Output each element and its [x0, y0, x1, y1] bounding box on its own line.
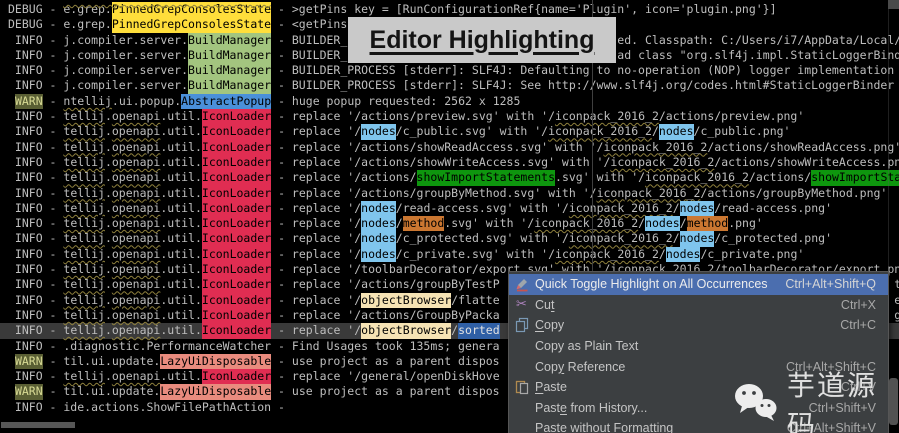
wechat-logo-icon [733, 382, 779, 426]
menu-item-label: Paste from History... [535, 400, 648, 415]
horizontal-scrollbar-thumb[interactable] [1, 422, 75, 428]
menu-item-label: Cut [535, 297, 555, 312]
menu-item-copy[interactable]: Copy Ctrl+C [509, 315, 888, 336]
menu-item-quick-toggle-highlight[interactable]: Quick Toggle Highlight on All Occurrence… [509, 274, 888, 295]
menu-shortcut: Ctrl+Alt+Shift+Q [785, 277, 876, 292]
watermark: 芋道源码 [733, 364, 899, 433]
menu-shortcut: Ctrl+X [840, 297, 876, 312]
copy-icon [512, 317, 531, 333]
menu-icon-placeholder [512, 359, 531, 375]
log-row: INFO - tellij.openapi.util.IconLoader - … [8, 139, 899, 155]
menu-item-label: Quick Toggle Highlight on All Occurrence… [535, 277, 768, 292]
log-row: INFO - tellij.openapi.util.IconLoader - … [8, 124, 791, 140]
clipped-squiggle-underline: xxxxxxxxxxxxxxxxxxxxxxxxxxxxxx [63, 0, 271, 6]
title-banner: Editor Highlighting [348, 17, 616, 63]
vertical-scrollbar-thumb[interactable] [889, 378, 898, 425]
menu-item-label: Copy as Plain Text [535, 339, 639, 354]
menu-item-label: Copy [535, 318, 565, 333]
log-row: INFO - tellij.openapi.util.IconLoader - … [8, 109, 805, 125]
menu-item-label: Copy Reference [535, 359, 626, 374]
paste-icon [512, 379, 531, 395]
menu-item-label: Paste without Formatting [535, 421, 674, 433]
scrollbar-corner [888, 0, 899, 9]
ide-console-screen: xxxxxxxxxxxxxxxxxxxxxxxxxxxxxx DEBUG - e… [0, 0, 899, 433]
watermark-text: 芋道源码 [787, 369, 878, 433]
log-row: INFO - tellij.openapi.util.IconLoader - … [8, 200, 832, 217]
menu-item-copy-as-plain-text[interactable]: Copy as Plain Text [509, 336, 888, 357]
log-row: INFO - tellij.openapi.util.IconLoader - … [8, 246, 805, 263]
log-row: INFO - j.compiler.server.BuildManager - … [8, 78, 895, 94]
log-row: WARN - ntellij.ui.popup.AbstractPopup - … [14, 93, 521, 110]
log-row: INFO - tellij.openapi.util.IconLoader - … [0, 170, 899, 186]
scissors-icon: ✂ [516, 296, 527, 312]
log-row: INFO - tellij.openapi.util.IconLoader - … [8, 185, 888, 201]
menu-shortcut: Ctrl+C [840, 318, 876, 333]
page-title: Editor Highlighting [369, 25, 595, 54]
menu-item-label: Paste [535, 380, 567, 395]
menu-icon-placeholder [512, 420, 531, 433]
log-row: INFO - tellij.openapi.util.IconLoader - … [8, 231, 832, 247]
menu-item-cut[interactable]: ✂ Cut Ctrl+X [509, 295, 888, 316]
menu-icon-placeholder [512, 338, 531, 354]
menu-icon-placeholder [512, 400, 531, 416]
log-row: INFO - tellij.openapi.util.IconLoader - … [8, 154, 899, 171]
highlighter-icon [512, 276, 531, 292]
log-row: INFO - j.compiler.server.BuildManager - … [8, 63, 895, 79]
log-row: INFO - tellij.openapi.util.IconLoader - … [8, 216, 763, 232]
